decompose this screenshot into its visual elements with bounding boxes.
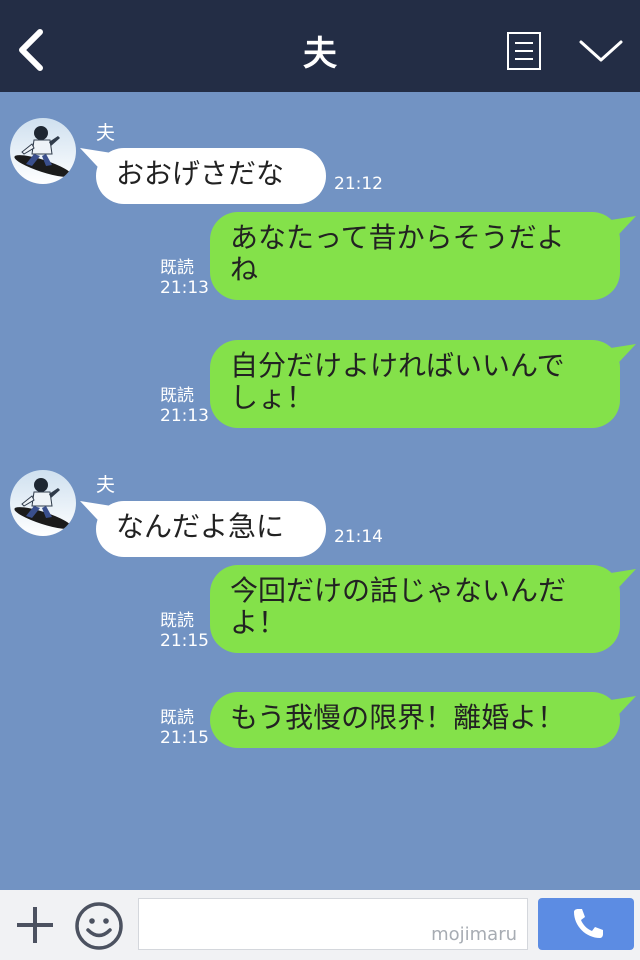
snowboarder-photo <box>14 478 72 529</box>
read-status: 既読 21:13 <box>160 258 209 298</box>
read-label: 既読 <box>160 258 194 278</box>
message-input[interactable]: mojimaru <box>138 898 528 950</box>
bubble-tail <box>80 148 110 172</box>
phone-icon <box>574 909 603 938</box>
menu-list-icon[interactable] <box>507 32 541 70</box>
snowboarder-photo <box>14 126 72 177</box>
message-text-line: しょ！ <box>230 381 315 414</box>
message-time: 21:13 <box>160 278 209 298</box>
incoming-message-bubble[interactable]: なんだよ急に <box>80 501 326 557</box>
outgoing-message-bubble[interactable]: 自分だけよければいいんで しょ！ <box>210 340 636 428</box>
message-text: おおげさだな <box>116 157 285 190</box>
read-status: 既読 21:13 <box>160 386 209 426</box>
bubble-tail <box>606 216 636 240</box>
message-text-line: 今回だけの話じゃないんだ <box>230 574 567 607</box>
read-label: 既読 <box>160 611 194 631</box>
message-text: なんだよ急に <box>116 510 285 543</box>
read-label: 既読 <box>160 708 194 728</box>
chevron-down-icon[interactable] <box>578 36 624 66</box>
sender-name: 夫 <box>96 474 116 496</box>
bubble-tail <box>606 569 636 593</box>
message-text-line: あなたって昔からそうだよ <box>230 221 565 254</box>
chat-header: 夫 <box>0 0 640 92</box>
message-time: 21:15 <box>160 631 209 651</box>
incoming-message-bubble[interactable]: おおげさだな <box>80 148 326 204</box>
avatar[interactable] <box>10 470 76 536</box>
message-text-line: よ！ <box>230 606 287 639</box>
read-status: 既読 21:15 <box>160 611 209 651</box>
watermark-text: mojimaru <box>431 924 517 945</box>
outgoing-message-bubble[interactable]: 今回だけの話じゃないんだ よ！ <box>210 565 636 653</box>
message-list[interactable]: 夫 おおげさだな 21:12 既読 21:13 あなたって昔からそうだよ ね 既… <box>0 92 640 890</box>
message-time: 21:15 <box>160 728 209 748</box>
read-status: 既読 21:15 <box>160 708 209 748</box>
avatar[interactable] <box>10 118 76 184</box>
bubble-tail <box>606 696 636 720</box>
message-time: 21:13 <box>160 406 209 426</box>
message-text-line: ね <box>230 253 259 286</box>
bubble-tail <box>606 344 636 368</box>
call-button[interactable] <box>538 898 634 950</box>
chat-title: 夫 <box>303 34 337 74</box>
sender-name: 夫 <box>96 122 116 144</box>
read-label: 既読 <box>160 386 194 406</box>
message-text-line: もう我慢の限界！離婚よ！ <box>230 701 566 734</box>
message-text-line: 自分だけよければいいんで <box>230 349 565 382</box>
smiley-icon[interactable] <box>74 901 124 951</box>
message-time: 21:14 <box>334 527 383 547</box>
plus-icon[interactable] <box>14 904 56 946</box>
outgoing-message-bubble[interactable]: もう我慢の限界！離婚よ！ <box>210 692 636 748</box>
message-time: 21:12 <box>334 174 383 194</box>
outgoing-message-bubble[interactable]: あなたって昔からそうだよ ね <box>210 212 636 300</box>
bubble-tail <box>80 501 110 525</box>
